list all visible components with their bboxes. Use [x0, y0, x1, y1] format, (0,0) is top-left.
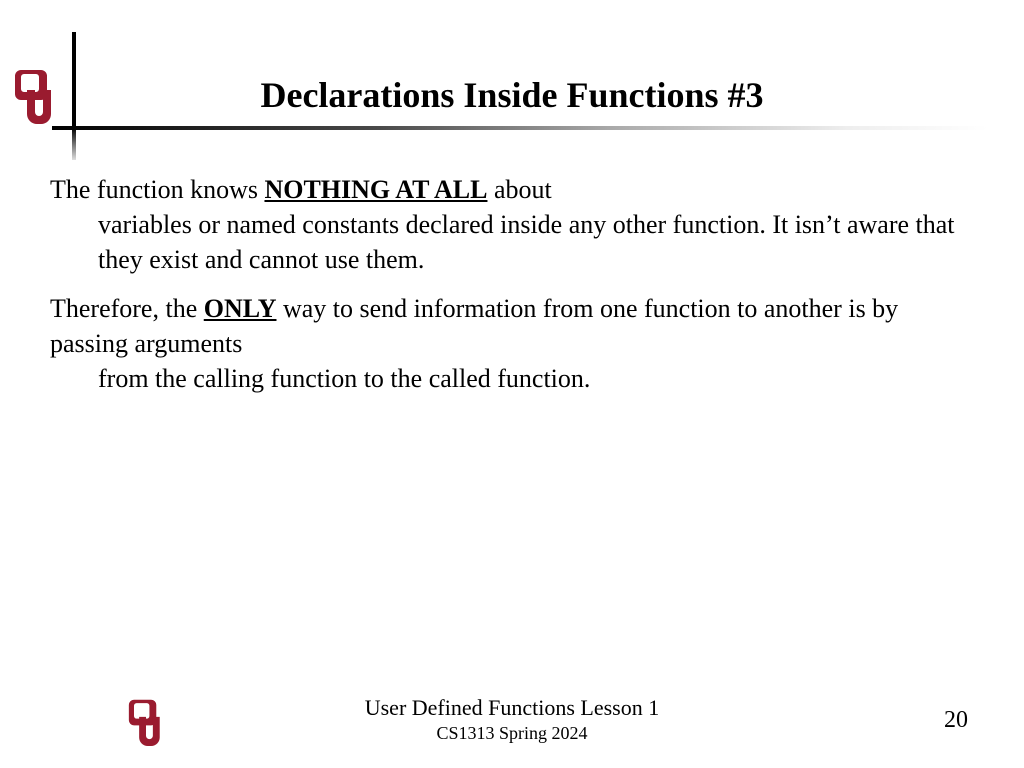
page-number: 20 — [944, 707, 968, 734]
slide: Declarations Inside Functions #3 The fun… — [0, 0, 1024, 768]
p1-lead: The function knows — [50, 175, 264, 204]
p2-emphasis: ONLY — [204, 294, 277, 323]
p2-continuation: from the calling function to the called … — [50, 361, 972, 396]
p2-lead: Therefore, the — [50, 294, 204, 323]
footer-course-term: CS1313 Spring 2024 — [0, 723, 1024, 744]
p1-after: about — [487, 175, 551, 204]
header-horizontal-rule — [52, 126, 988, 130]
p1-continuation: variables or named constants declared in… — [50, 207, 972, 277]
paragraph-1: The function knows NOTHING AT ALL about … — [50, 172, 972, 277]
footer-center: User Defined Functions Lesson 1 CS1313 S… — [0, 695, 1024, 744]
slide-body: The function knows NOTHING AT ALL about … — [50, 172, 972, 411]
p1-emphasis: NOTHING AT ALL — [264, 175, 487, 204]
footer-lesson-title: User Defined Functions Lesson 1 — [0, 695, 1024, 721]
slide-title: Declarations Inside Functions #3 — [0, 74, 1024, 116]
paragraph-2: Therefore, the ONLY way to send informat… — [50, 291, 972, 396]
